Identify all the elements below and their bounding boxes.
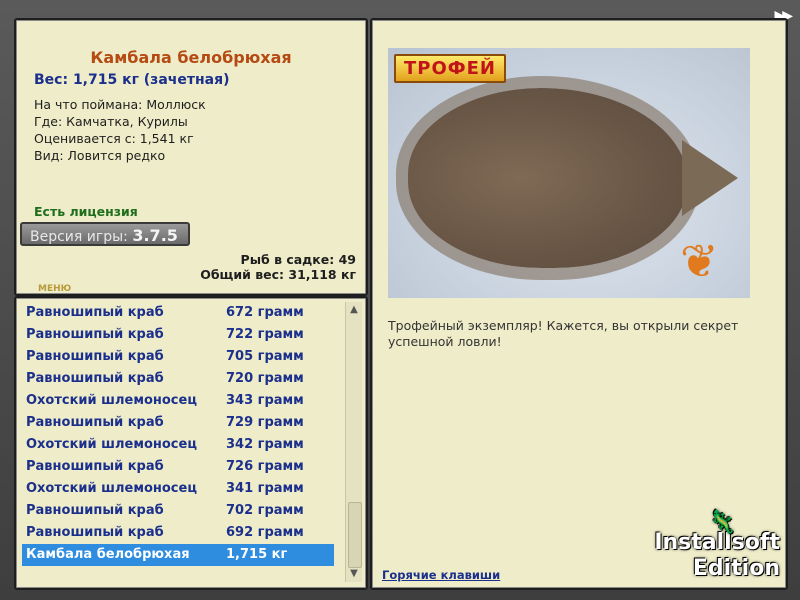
catch-name: Охотский шлемоносец [26, 481, 197, 496]
catch-weight: 729 грамм [226, 415, 304, 430]
catch-weight: 720 грамм [226, 371, 304, 386]
flounder-tail [682, 140, 738, 216]
catch-name: Равношипый краб [26, 327, 164, 342]
fish-count: Рыб в садке: 49 [240, 252, 356, 267]
watermark-line2: Edition [692, 556, 780, 581]
catch-list-row[interactable]: Равношипый краб 692 грамм [22, 522, 334, 544]
catch-list-row[interactable]: Камбала белобрюхая 1,715 кг [22, 544, 334, 566]
kind-line: Вид: Ловится редко [34, 148, 166, 163]
trophy-description: Трофейный экземпляр! Кажется, вы открыли… [388, 318, 739, 349]
catch-weight: 343 грамм [226, 393, 304, 408]
catch-stats: Рыб в садке: 49 Общий вес: 31,118 кг [200, 252, 356, 282]
fish-details: На что поймана: Моллюск Где: Камчатка, К… [34, 96, 206, 164]
catch-name: Равношипый краб [26, 415, 164, 430]
catch-name: Охотский шлемоносец [26, 393, 197, 408]
catch-weight: 1,715 кг [226, 547, 288, 562]
scrollbar-thumb[interactable] [348, 502, 362, 568]
catch-name: Равношипый краб [26, 525, 164, 540]
catch-weight: 341 грамм [226, 481, 304, 496]
scroll-up-arrow-icon[interactable]: ▲ [346, 302, 362, 318]
trophy-badge: ТРОФЕЙ [394, 54, 506, 83]
version-number: 3.7.5 [132, 226, 178, 245]
license-status: Есть лицензия [34, 204, 138, 219]
catch-list-row[interactable]: Равношипый краб 726 грамм [22, 456, 334, 478]
catch-name: Равношипый краб [26, 371, 164, 386]
catch-list-row[interactable]: Равношипый краб 720 грамм [22, 368, 334, 390]
catch-weight: 342 грамм [226, 437, 304, 452]
flounder-image [408, 88, 688, 268]
catch-weight: 702 грамм [226, 503, 304, 518]
total-weight: Общий вес: 31,118 кг [200, 267, 356, 282]
small-logo[interactable]: МЕНЮ [38, 284, 71, 294]
catch-name: Равношипый краб [26, 503, 164, 518]
catch-weight: 672 грамм [226, 305, 304, 320]
installsoft-watermark: 🦎 Installsoft Edition [654, 510, 786, 588]
catch-weight: 722 грамм [226, 327, 304, 342]
catch-list-row[interactable]: Равношипый краб 702 грамм [22, 500, 334, 522]
catch-name: Равношипый краб [26, 459, 164, 474]
fish-name-title: Камбала белобрюхая [90, 48, 292, 67]
fish-info-panel: Камбала белобрюхая Вес: 1,715 кг (зачетн… [14, 18, 368, 296]
butterfly-icon: ❦ [680, 234, 719, 288]
location-line: Где: Камчатка, Курилы [34, 114, 188, 129]
catch-list[interactable]: Равношипый краб 672 грамм Равношипый краб 7… [22, 302, 334, 566]
catch-weight: 705 грамм [226, 349, 304, 364]
hotkeys-link[interactable]: Горячие клавиши [382, 568, 500, 582]
catch-list-row[interactable]: Равношипый краб 705 грамм [22, 346, 334, 368]
list-scrollbar[interactable]: ▲ ▼ [345, 302, 362, 582]
valued-from-line: Оценивается с: 1,541 кг [34, 131, 194, 146]
catch-list-row[interactable]: Охотский шлемоносец 343 грамм [22, 390, 334, 412]
catch-list-row[interactable]: Равношипый краб 729 грамм [22, 412, 334, 434]
fish-weight: Вес: 1,715 кг (зачетная) [34, 72, 230, 88]
version-label: Версия игры: [30, 229, 128, 245]
catch-list-row[interactable]: Охотский шлемоносец 342 грамм [22, 434, 334, 456]
catch-weight: 726 грамм [226, 459, 304, 474]
scroll-down-arrow-icon[interactable]: ▼ [346, 566, 362, 582]
caught-with-line: На что поймана: Моллюск [34, 97, 206, 112]
catch-list-row[interactable]: Охотский шлемоносец 341 грамм [22, 478, 334, 500]
catch-name: Камбала белобрюхая [26, 547, 190, 562]
catch-list-panel: Равношипый краб 672 грамм Равношипый краб 7… [14, 296, 368, 590]
catch-weight: 692 грамм [226, 525, 304, 540]
catch-name: Равношипый краб [26, 305, 164, 320]
fish-photo: ❦ ТРОФЕЙ [388, 48, 750, 298]
catch-name: Равношипый краб [26, 349, 164, 364]
game-version: Версия игры: 3.7.5 [20, 222, 190, 246]
gecko-icon: 🦎 [708, 510, 736, 535]
catch-name: Охотский шлемоносец [26, 437, 197, 452]
trophy-panel: ❦ ТРОФЕЙ Трофейный экземпляр! Кажется, в… [370, 18, 788, 590]
catch-list-row[interactable]: Равношипый краб 672 грамм [22, 302, 334, 324]
catch-list-row[interactable]: Равношипый краб 722 грамм [22, 324, 334, 346]
